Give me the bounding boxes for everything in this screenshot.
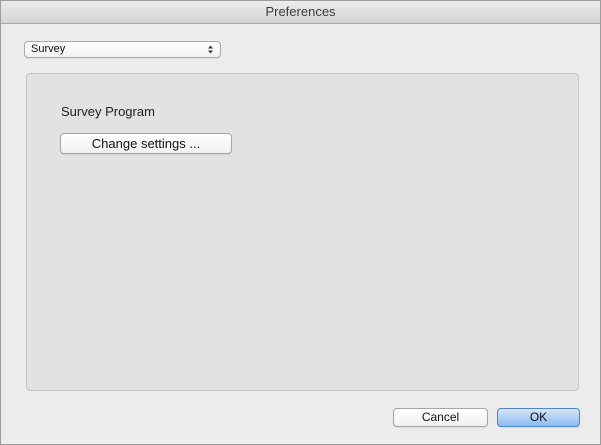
popup-arrows-icon (206, 44, 215, 55)
settings-pane: Survey Program Change settings ... (26, 73, 579, 391)
cancel-button[interactable]: Cancel (393, 408, 488, 427)
category-popup-button[interactable]: Survey (24, 41, 221, 58)
category-popup-label: Survey (31, 43, 66, 55)
preferences-window: Preferences Survey Survey Program Change… (0, 0, 601, 445)
ok-button[interactable]: OK (497, 408, 580, 427)
window-title: Preferences (1, 1, 600, 24)
section-title: Survey Program (61, 104, 155, 119)
change-settings-button[interactable]: Change settings ... (60, 133, 232, 154)
